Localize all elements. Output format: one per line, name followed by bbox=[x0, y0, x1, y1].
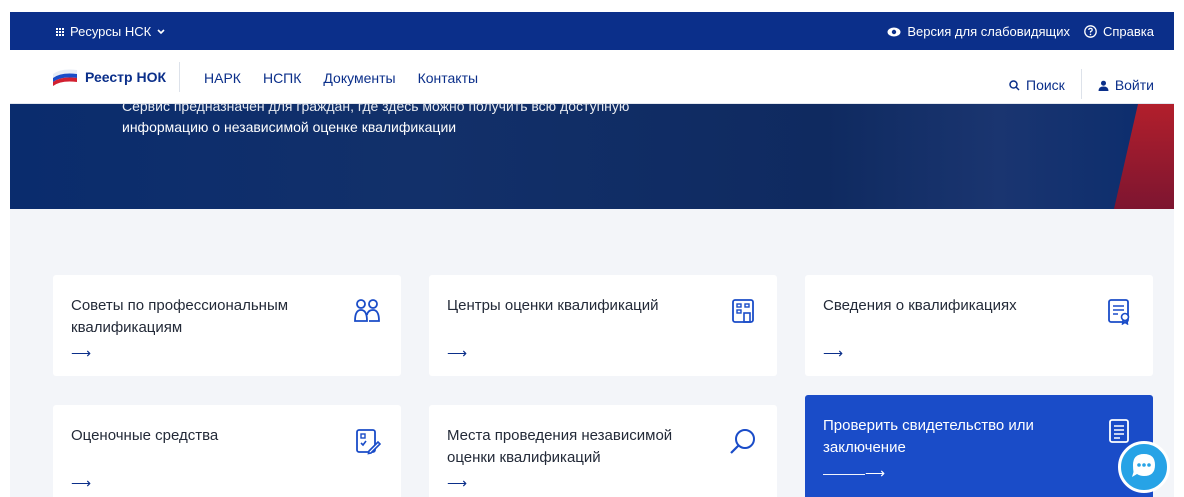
card-title: Центры оценки квалификаций bbox=[447, 297, 659, 314]
accessibility-link[interactable]: Версия для слабовидящих bbox=[887, 24, 1070, 39]
search-button[interactable]: Поиск bbox=[1009, 77, 1065, 93]
content-area: Советы по профессиональным квалификациям… bbox=[10, 209, 1174, 497]
flag-logo-icon bbox=[53, 69, 77, 86]
card-assessment-centers[interactable]: Центры оценки квалификаций ⟶ bbox=[429, 275, 777, 376]
login-button[interactable]: Войти bbox=[1098, 77, 1154, 93]
card-title: Проверить свидетельство или заключение bbox=[823, 417, 1034, 456]
nav-link-nark[interactable]: НАРК bbox=[204, 70, 241, 86]
hero-banner: Сервис предназначен для граждан, где зде… bbox=[10, 104, 1174, 209]
arrow-right-icon: ⟶ bbox=[71, 475, 92, 491]
divider bbox=[179, 62, 180, 92]
card-title: Сведения о квалификациях bbox=[823, 297, 1017, 314]
certificate-icon bbox=[1108, 299, 1130, 325]
card-assessment-locations[interactable]: Места проведения независимой оценки квал… bbox=[429, 405, 777, 497]
search-label: Поиск bbox=[1026, 77, 1065, 93]
edit-document-icon bbox=[356, 429, 381, 455]
help-link[interactable]: Справка bbox=[1084, 24, 1154, 39]
help-label: Справка bbox=[1103, 24, 1154, 39]
card-professional-councils[interactable]: Советы по профессиональным квалификациям… bbox=[53, 275, 401, 376]
logo[interactable]: Реестр НОК bbox=[53, 68, 166, 86]
card-assessment-tools[interactable]: Оценочные средства ⟶ bbox=[53, 405, 401, 497]
user-icon bbox=[1098, 80, 1109, 91]
hero-text: информацию о независимой оценке квалифик… bbox=[122, 119, 457, 135]
search-icon bbox=[730, 429, 755, 454]
search-icon bbox=[1009, 79, 1020, 91]
card-title: Оценочные средства bbox=[71, 427, 219, 444]
building-icon bbox=[732, 299, 754, 323]
hero-text-cut: Сервис предназначен для граждан, где зде… bbox=[122, 104, 630, 114]
resources-menu[interactable]: Ресурсы НСК bbox=[56, 24, 165, 39]
arrow-right-icon: ⟶ bbox=[447, 475, 468, 491]
arrow-right-icon: ⟶ bbox=[71, 345, 92, 361]
nav-link-contacts[interactable]: Контакты bbox=[418, 70, 478, 86]
card-qualifications-info[interactable]: Сведения о квалификациях ⟶ bbox=[805, 275, 1153, 376]
document-icon bbox=[1109, 419, 1129, 443]
resources-label: Ресурсы НСК bbox=[70, 24, 152, 39]
chat-icon bbox=[1132, 454, 1155, 477]
main-navbar: Реестр НОК НАРК НСПК Документы Контакты … bbox=[10, 50, 1174, 104]
chat-button[interactable] bbox=[1118, 441, 1170, 493]
card-verify-certificate[interactable]: Проверить свидетельство или заключение —… bbox=[805, 395, 1153, 497]
top-bar: Ресурсы НСК Версия для слабовидящих Спра… bbox=[10, 12, 1174, 50]
card-title: Места проведения независимой оценки квал… bbox=[447, 427, 673, 466]
arrow-right-icon: ———⟶ bbox=[823, 465, 886, 481]
arrow-right-icon: ⟶ bbox=[447, 345, 468, 361]
divider bbox=[1080, 69, 1082, 99]
arrow-right-icon: ⟶ bbox=[823, 345, 844, 361]
card-title: Советы по профессиональным квалификациям bbox=[71, 297, 289, 336]
login-label: Войти bbox=[1114, 77, 1154, 93]
nav-link-documents[interactable]: Документы bbox=[323, 70, 395, 86]
grid-icon bbox=[56, 27, 64, 36]
logo-text: Реестр НОК bbox=[85, 69, 167, 85]
people-icon bbox=[354, 299, 380, 322]
eye-icon bbox=[887, 27, 901, 36]
chevron-down-icon bbox=[157, 28, 165, 34]
accessibility-label: Версия для слабовидящих bbox=[907, 24, 1070, 39]
help-icon bbox=[1084, 25, 1097, 38]
nav-link-nspk[interactable]: НСПК bbox=[263, 70, 301, 86]
